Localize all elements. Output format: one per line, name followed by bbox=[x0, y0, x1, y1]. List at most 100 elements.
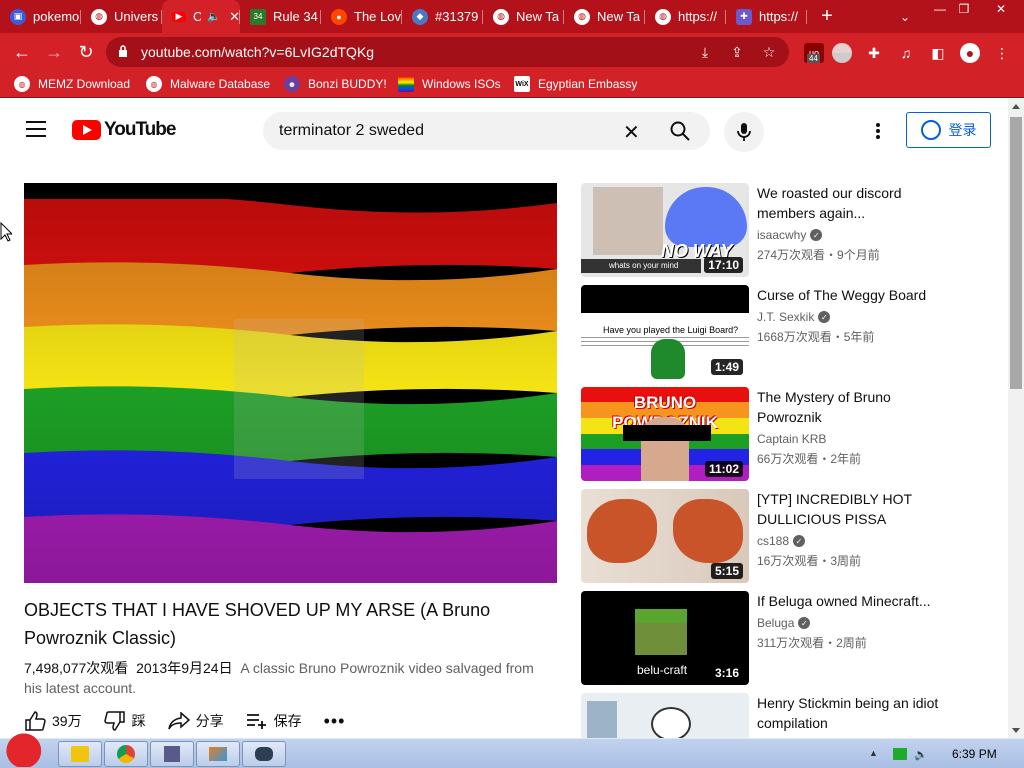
thumbs-down-icon bbox=[103, 711, 125, 731]
browser-tab[interactable]: ◆ #31379 bbox=[402, 0, 483, 33]
pizza-left bbox=[587, 499, 657, 563]
settings-more-icon[interactable] bbox=[868, 119, 888, 143]
sign-in-button[interactable]: 登录 bbox=[906, 112, 991, 148]
url-text[interactable]: youtube.com/watch?v=6LvIG2dTQKg bbox=[141, 44, 374, 60]
related-video[interactable]: NO WAY whats on your mind 17:10 We roast… bbox=[581, 183, 1001, 277]
speaker-icon[interactable]: 🔈 bbox=[207, 10, 221, 23]
browser-tab-active[interactable]: ▶ C 🔈 ✕ bbox=[162, 0, 240, 33]
channel-name[interactable]: isaacwhy ✓ bbox=[757, 228, 823, 242]
taskbar-app[interactable] bbox=[242, 741, 286, 767]
video-duration: 17:10 bbox=[704, 257, 743, 273]
tab-search-chevron-icon[interactable]: ⌄ bbox=[895, 0, 915, 33]
video-thumbnail[interactable]: belu-craft 3:16 bbox=[581, 591, 749, 685]
related-video[interactable]: BRUNO POWROZNIK 11:02 The Mystery of Bru… bbox=[581, 387, 1001, 481]
close-tab-icon[interactable]: ✕ bbox=[229, 9, 240, 25]
share-arrow-icon bbox=[167, 712, 190, 730]
video-description[interactable]: 7,498,077次观看 2013年9月24日 A classic Bruno … bbox=[24, 658, 554, 698]
share-icon[interactable]: ⇪ bbox=[728, 43, 746, 61]
voice-search-button[interactable] bbox=[724, 112, 764, 152]
taskbar-app[interactable] bbox=[150, 741, 194, 767]
browser-tab[interactable]: ▣ pokemo bbox=[0, 0, 81, 33]
scroll-up-arrow-icon[interactable] bbox=[1012, 104, 1020, 109]
bookmark-bonzi[interactable]: ☻ Bonzi BUDDY! bbox=[284, 76, 387, 92]
browser-tab[interactable]: 34 Rule 34 bbox=[240, 0, 321, 33]
taskbar-explorer[interactable] bbox=[58, 741, 102, 767]
video-thumbnail[interactable]: NO WAY whats on your mind 17:10 bbox=[581, 183, 749, 277]
bookmark-memz[interactable]: ◍ MEMZ Download bbox=[14, 76, 130, 92]
thumb-caption: Have you played the Luigi Board? bbox=[603, 325, 739, 335]
search-input[interactable]: terminator 2 sweded bbox=[279, 122, 424, 140]
related-video[interactable]: 5:15 [YTP] INCREDIBLY HOT DULLICIOUS PIS… bbox=[581, 489, 1001, 583]
taskbar-app[interactable] bbox=[196, 741, 240, 767]
save-button[interactable]: 保存 bbox=[246, 711, 302, 731]
page-scrollbar[interactable] bbox=[1008, 99, 1024, 738]
microphone-icon bbox=[737, 123, 751, 141]
forward-icon[interactable]: → bbox=[39, 33, 69, 71]
video-thumbnail[interactable]: BRUNO POWROZNIK 11:02 bbox=[581, 387, 749, 481]
channel-name[interactable]: Captain KRB bbox=[757, 432, 826, 446]
browser-tab[interactable]: ◍ New Ta bbox=[483, 0, 564, 33]
related-title: The Mystery of Bruno Powroznik bbox=[757, 389, 891, 425]
search-icon[interactable] bbox=[669, 120, 691, 142]
share-button[interactable]: 分享 bbox=[167, 711, 224, 731]
browser-tab[interactable]: ◍ https:// bbox=[645, 0, 726, 33]
dislike-button[interactable]: 踩 bbox=[103, 711, 146, 731]
bookmark-windows-isos[interactable]: Windows ISOs bbox=[398, 76, 501, 92]
menu-hamburger-icon[interactable] bbox=[26, 121, 46, 137]
bookmark-egyptian-embassy[interactable]: WiX Egyptian Embassy bbox=[514, 76, 637, 92]
search-box[interactable]: terminator 2 sweded ✕ bbox=[263, 112, 710, 150]
app-icon: ▣ bbox=[10, 8, 26, 25]
video-stats: 1668万次观看・5年前 bbox=[757, 330, 875, 344]
install-icon[interactable]: ⤓ bbox=[696, 43, 714, 61]
youtube-logo[interactable]: YouTube bbox=[72, 119, 176, 141]
reload-icon[interactable]: ↻ bbox=[71, 33, 101, 71]
ublock-extension-icon[interactable]: uo 44 bbox=[804, 43, 824, 63]
browser-tab[interactable]: ● The Lov bbox=[321, 0, 402, 33]
related-video[interactable]: belu-craft 3:16 If Beluga owned Minecraf… bbox=[581, 591, 1001, 685]
channel-name[interactable]: J.T. Sexkik ✓ bbox=[757, 310, 831, 324]
media-control-icon[interactable]: ♫ bbox=[896, 43, 916, 63]
side-panel-icon[interactable]: ◧ bbox=[928, 43, 948, 63]
video-thumbnail[interactable] bbox=[581, 693, 749, 738]
browser-tab[interactable]: ◍ New Ta bbox=[564, 0, 645, 33]
like-button[interactable]: 39万 bbox=[24, 711, 82, 731]
censor-bar bbox=[623, 425, 711, 441]
related-title: If Beluga owned Minecraft... bbox=[757, 593, 931, 609]
luigi-character bbox=[651, 339, 685, 379]
tray-expand-icon[interactable]: ▲ bbox=[869, 748, 883, 760]
address-bar[interactable]: youtube.com/watch?v=6LvIG2dTQKg ⤓ ⇪ ☆ bbox=[106, 37, 789, 67]
new-tab-button[interactable]: + bbox=[815, 0, 839, 33]
related-video[interactable]: Henry Stickmin being an idiot compilatio… bbox=[581, 693, 1001, 738]
minimize-icon[interactable]: — bbox=[929, 0, 951, 18]
restore-icon[interactable]: ❐ bbox=[953, 0, 975, 18]
more-actions-icon[interactable]: ••• bbox=[324, 711, 346, 732]
channel-name[interactable]: cs188 ✓ bbox=[757, 534, 806, 548]
bookmark-star-icon[interactable]: ☆ bbox=[760, 43, 778, 61]
video-player[interactable] bbox=[24, 183, 557, 583]
related-video[interactable]: Have you played the Luigi Board? 1:49 Cu… bbox=[581, 285, 1001, 379]
verified-check-icon: ✓ bbox=[798, 617, 811, 629]
channel-name[interactable]: Beluga ✓ bbox=[757, 616, 811, 630]
video-thumbnail[interactable]: 5:15 bbox=[581, 489, 749, 583]
video-thumbnail[interactable]: Have you played the Luigi Board? 1:49 bbox=[581, 285, 749, 379]
profile-avatar[interactable]: ● bbox=[960, 43, 980, 63]
back-icon[interactable]: ← bbox=[7, 33, 37, 71]
volume-icon[interactable]: 🔈 bbox=[914, 748, 928, 761]
bookmark-malware-db[interactable]: ◍ Malware Database bbox=[146, 76, 270, 92]
scrollbar-thumb[interactable] bbox=[1010, 117, 1022, 389]
browser-tab[interactable]: ✚ https:// bbox=[726, 0, 807, 33]
flag-extension-icon[interactable] bbox=[832, 43, 852, 63]
scroll-down-arrow-icon[interactable] bbox=[1012, 728, 1020, 733]
clear-search-icon[interactable]: ✕ bbox=[623, 120, 640, 145]
start-button-angry-bird-icon[interactable] bbox=[4, 731, 48, 767]
browser-tab[interactable]: ◍ Univers bbox=[81, 0, 162, 33]
youtube-play-icon bbox=[72, 120, 101, 140]
system-clock[interactable]: 6:39 PM bbox=[952, 747, 997, 761]
extensions-puzzle-icon[interactable]: ✚ bbox=[864, 43, 884, 63]
network-icon[interactable] bbox=[893, 748, 907, 760]
browser-menu-icon[interactable]: ⋮ bbox=[992, 43, 1012, 63]
taskbar-chrome[interactable] bbox=[104, 741, 148, 767]
close-window-icon[interactable]: ✕ bbox=[987, 0, 1015, 18]
video-duration: 3:16 bbox=[710, 665, 743, 681]
verified-check-icon: ✓ bbox=[793, 535, 806, 547]
